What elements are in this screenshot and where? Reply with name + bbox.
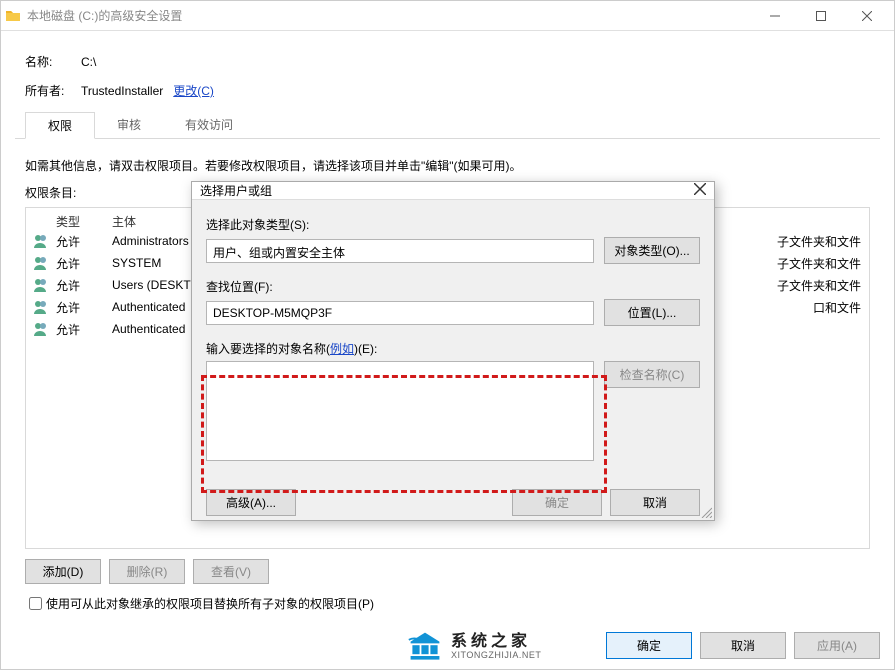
select-user-dialog: 选择用户或组 选择此对象类型(S): 用户、组或内置安全主体 对象类型(O)..…: [191, 181, 715, 521]
check-names-button[interactable]: 检查名称(C): [604, 361, 700, 388]
minimize-button[interactable]: [752, 1, 798, 31]
folder-icon: [5, 8, 21, 24]
tabs-bar: 权限 审核 有效访问: [15, 113, 880, 139]
window-title: 本地磁盘 (C:)的高级安全设置: [27, 7, 752, 24]
perm-type: 允许: [56, 233, 112, 250]
locations-button[interactable]: 位置(L)...: [604, 299, 700, 326]
object-types-button[interactable]: 对象类型(O)...: [604, 237, 700, 264]
location-label: 查找位置(F):: [206, 278, 700, 295]
example-link[interactable]: 例如: [330, 342, 354, 356]
remove-button[interactable]: 删除(R): [109, 559, 185, 584]
perm-type: 允许: [56, 299, 112, 316]
watermark-en: XITONGZHIJIA.NET: [451, 651, 541, 661]
object-type-label: 选择此对象类型(S):: [206, 216, 700, 233]
users-icon: [26, 299, 56, 315]
ok-button[interactable]: 确定: [606, 632, 692, 659]
header-type: 类型: [56, 213, 112, 230]
perm-buttons: 添加(D) 删除(R) 查看(V): [25, 559, 870, 584]
resize-grip-icon[interactable]: [700, 506, 712, 518]
add-button[interactable]: 添加(D): [25, 559, 101, 584]
perm-type: 允许: [56, 255, 112, 272]
owner-label: 所有者:: [25, 82, 81, 99]
dialog-ok-button[interactable]: 确定: [512, 489, 602, 516]
owner-value: TrustedInstaller: [81, 84, 163, 98]
users-icon: [26, 255, 56, 271]
users-icon: [26, 321, 56, 337]
change-owner-link[interactable]: 更改(C): [173, 82, 214, 99]
dialog-title: 选择用户或组: [200, 182, 694, 199]
dialog-titlebar: 选择用户或组: [192, 182, 714, 200]
tab-effective-access[interactable]: 有效访问: [163, 112, 255, 139]
owner-row: 所有者: TrustedInstaller 更改(C): [25, 82, 880, 99]
name-row: 名称: C:\: [25, 53, 880, 70]
advanced-button[interactable]: 高级(A)...: [206, 489, 296, 516]
tab-permissions[interactable]: 权限: [25, 112, 95, 139]
maximize-button[interactable]: [798, 1, 844, 31]
object-type-value: 用户、组或内置安全主体: [206, 239, 594, 263]
apply-button[interactable]: 应用(A): [794, 632, 880, 659]
bottom-buttons: 确定 取消 应用(A): [606, 632, 880, 659]
window-controls: [752, 1, 890, 31]
titlebar: 本地磁盘 (C:)的高级安全设置: [1, 1, 894, 31]
name-label: 名称:: [25, 53, 81, 70]
perm-type: 允许: [56, 321, 112, 338]
replace-children-checkbox[interactable]: [29, 597, 42, 610]
dialog-cancel-button[interactable]: 取消: [610, 489, 700, 516]
watermark: 系统之家 XITONGZHIJIA.NET: [405, 629, 541, 665]
cancel-button-main[interactable]: 取消: [700, 632, 786, 659]
watermark-cn: 系统之家: [451, 633, 541, 651]
tab-auditing[interactable]: 审核: [95, 112, 163, 139]
users-icon: [26, 233, 56, 249]
location-value: DESKTOP-M5MQP3F: [206, 301, 594, 325]
dialog-close-button[interactable]: [694, 183, 706, 198]
replace-children-checkbox-row: 使用可从此对象继承的权限项目替换所有子对象的权限项目(P): [25, 594, 870, 613]
replace-children-label: 使用可从此对象继承的权限项目替换所有子对象的权限项目(P): [46, 595, 374, 612]
object-name-label: 输入要选择的对象名称(例如)(E):: [206, 340, 700, 357]
view-button[interactable]: 查看(V): [193, 559, 269, 584]
name-value: C:\: [81, 55, 96, 69]
close-button[interactable]: [844, 1, 890, 31]
help-text: 如需其他信息，请双击权限项目。若要修改权限项目，请选择该项目并单击"编辑"(如果…: [25, 157, 870, 174]
perm-type: 允许: [56, 277, 112, 294]
users-icon: [26, 277, 56, 293]
object-name-input[interactable]: [206, 361, 594, 461]
